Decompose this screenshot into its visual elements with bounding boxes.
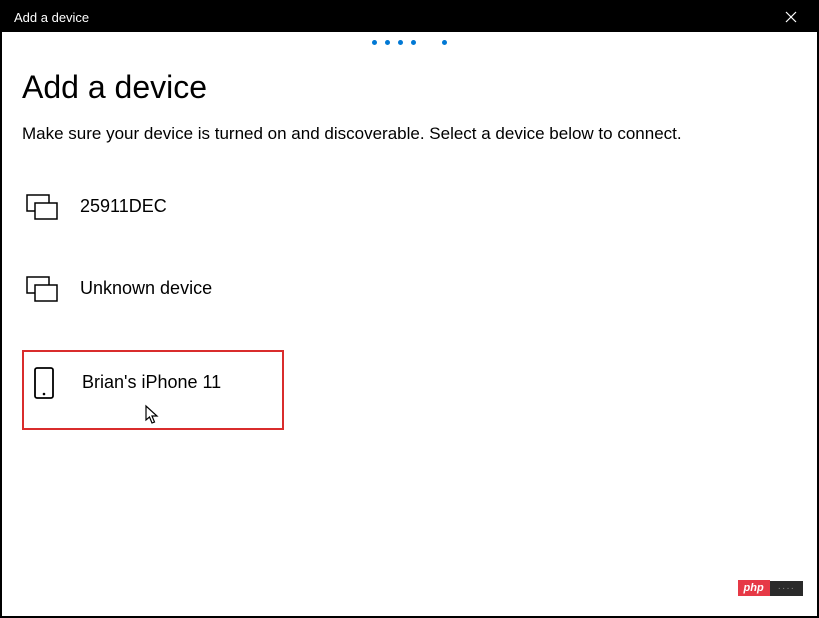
- device-item[interactable]: Unknown device: [22, 268, 797, 310]
- device-name-label: 25911DEC: [80, 196, 167, 217]
- dot-icon: [442, 40, 447, 45]
- cursor-icon: [144, 404, 162, 431]
- device-item-selected[interactable]: Brian's iPhone 11: [22, 350, 284, 430]
- window-title: Add a device: [14, 10, 89, 25]
- device-name-label: Unknown device: [80, 278, 212, 299]
- displays-icon: [26, 276, 58, 302]
- dot-icon: [385, 40, 390, 45]
- dialog-content: Add a device Make sure your device is tu…: [2, 45, 817, 430]
- progress-indicator: [2, 32, 817, 45]
- device-item[interactable]: 25911DEC: [22, 186, 797, 228]
- watermark: php ····: [738, 580, 804, 596]
- dot-icon: [411, 40, 416, 45]
- device-name-label: Brian's iPhone 11: [82, 372, 221, 393]
- titlebar: Add a device: [2, 2, 817, 32]
- page-heading: Add a device: [22, 69, 797, 106]
- close-button[interactable]: [777, 7, 805, 27]
- watermark-right: ····: [770, 581, 803, 596]
- device-list: 25911DEC Unknown device: [22, 186, 797, 430]
- displays-icon: [26, 194, 58, 220]
- page-subtext: Make sure your device is turned on and d…: [22, 122, 742, 146]
- dot-icon: [372, 40, 377, 45]
- phone-icon: [28, 370, 60, 396]
- dot-icon: [398, 40, 403, 45]
- close-icon: [785, 11, 797, 23]
- watermark-left: php: [738, 580, 770, 596]
